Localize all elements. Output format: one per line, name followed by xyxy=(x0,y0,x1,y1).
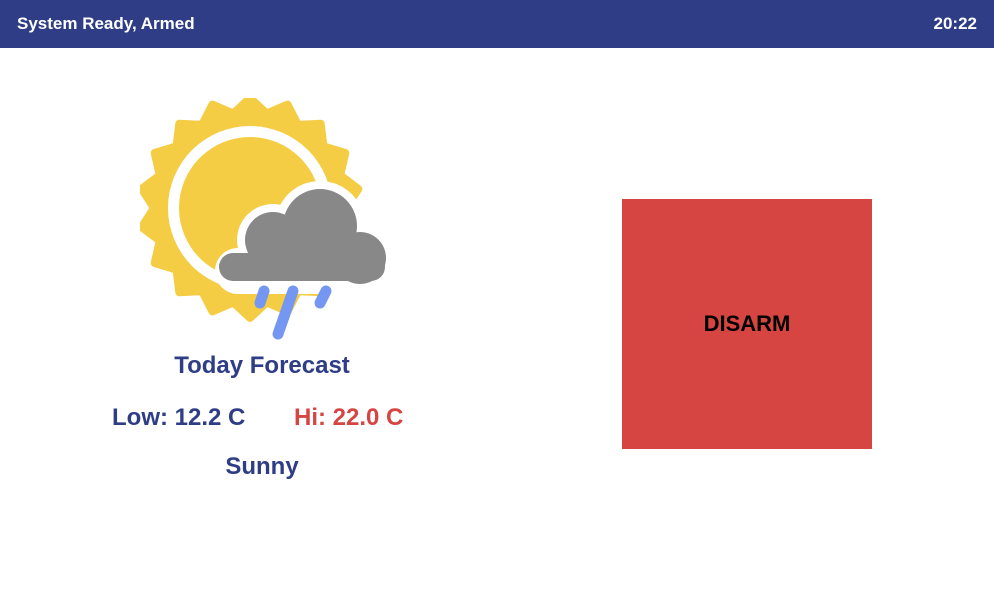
forecast-title: Today Forecast xyxy=(174,352,350,379)
disarm-button[interactable]: DISARM xyxy=(622,199,872,449)
weather-condition: Sunny xyxy=(225,453,299,480)
sun-cloud-rain-icon xyxy=(137,94,394,346)
status-bar: System Ready, Armed 20:22 xyxy=(0,0,994,48)
low-temperature: Low: 12.2 C xyxy=(112,404,246,431)
high-temperature: Hi: 22.0 C xyxy=(294,404,404,431)
system-status-text: System Ready, Armed xyxy=(17,14,195,33)
clock-time: 20:22 xyxy=(933,14,977,33)
